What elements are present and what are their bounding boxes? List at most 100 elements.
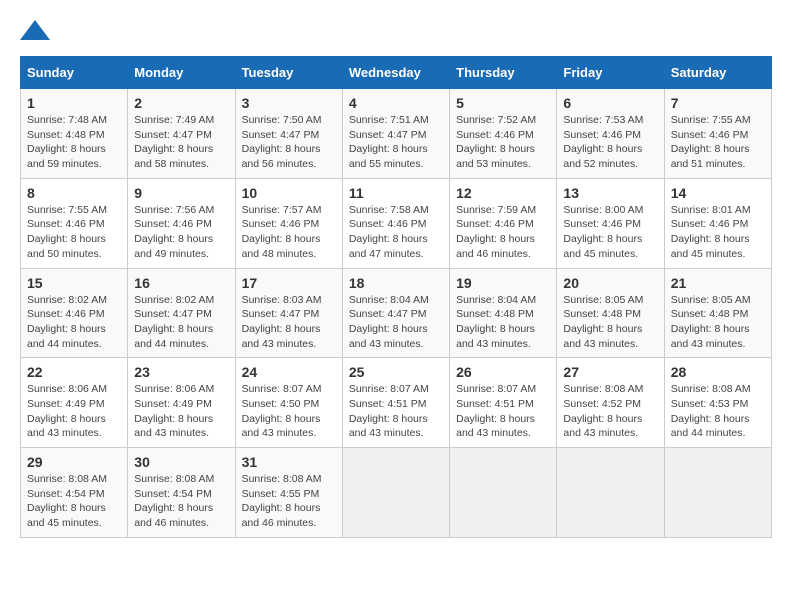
day-info: Sunrise: 7:50 AMSunset: 4:47 PMDaylight:… (242, 113, 336, 172)
calendar-cell: 20 Sunrise: 8:05 AMSunset: 4:48 PMDayligh… (557, 268, 664, 358)
day-info: Sunrise: 8:05 AMSunset: 4:48 PMDaylight:… (563, 293, 657, 352)
calendar-cell: 2 Sunrise: 7:49 AMSunset: 4:47 PMDaylight… (128, 89, 235, 179)
calendar-cell: 17 Sunrise: 8:03 AMSunset: 4:47 PMDayligh… (235, 268, 342, 358)
calendar-cell (557, 448, 664, 538)
calendar-cell: 31 Sunrise: 8:08 AMSunset: 4:55 PMDayligh… (235, 448, 342, 538)
day-info: Sunrise: 8:08 AMSunset: 4:54 PMDaylight:… (134, 472, 228, 531)
calendar-week-row: 29 Sunrise: 8:08 AMSunset: 4:54 PMDayligh… (21, 448, 772, 538)
day-number: 9 (134, 185, 228, 201)
day-number: 10 (242, 185, 336, 201)
calendar-cell: 28 Sunrise: 8:08 AMSunset: 4:53 PMDayligh… (664, 358, 771, 448)
calendar-cell: 16 Sunrise: 8:02 AMSunset: 4:47 PMDayligh… (128, 268, 235, 358)
day-number: 16 (134, 275, 228, 291)
day-number: 14 (671, 185, 765, 201)
calendar-week-row: 22 Sunrise: 8:06 AMSunset: 4:49 PMDayligh… (21, 358, 772, 448)
day-number: 18 (349, 275, 443, 291)
calendar-cell: 23 Sunrise: 8:06 AMSunset: 4:49 PMDayligh… (128, 358, 235, 448)
day-number: 17 (242, 275, 336, 291)
day-info: Sunrise: 8:02 AMSunset: 4:46 PMDaylight:… (27, 293, 121, 352)
calendar-cell: 1 Sunrise: 7:48 AMSunset: 4:48 PMDaylight… (21, 89, 128, 179)
day-number: 1 (27, 95, 121, 111)
day-number: 12 (456, 185, 550, 201)
day-info: Sunrise: 8:08 AMSunset: 4:55 PMDaylight:… (242, 472, 336, 531)
day-info: Sunrise: 7:56 AMSunset: 4:46 PMDaylight:… (134, 203, 228, 262)
calendar-cell: 13 Sunrise: 8:00 AMSunset: 4:46 PMDayligh… (557, 178, 664, 268)
calendar-cell: 24 Sunrise: 8:07 AMSunset: 4:50 PMDayligh… (235, 358, 342, 448)
day-info: Sunrise: 8:07 AMSunset: 4:51 PMDaylight:… (349, 382, 443, 441)
day-number: 15 (27, 275, 121, 291)
day-info: Sunrise: 8:07 AMSunset: 4:51 PMDaylight:… (456, 382, 550, 441)
calendar-cell: 12 Sunrise: 7:59 AMSunset: 4:46 PMDayligh… (450, 178, 557, 268)
calendar-week-row: 8 Sunrise: 7:55 AMSunset: 4:46 PMDaylight… (21, 178, 772, 268)
day-info: Sunrise: 8:06 AMSunset: 4:49 PMDaylight:… (134, 382, 228, 441)
weekday-header-friday: Friday (557, 57, 664, 89)
day-number: 11 (349, 185, 443, 201)
day-info: Sunrise: 7:59 AMSunset: 4:46 PMDaylight:… (456, 203, 550, 262)
day-info: Sunrise: 8:01 AMSunset: 4:46 PMDaylight:… (671, 203, 765, 262)
day-info: Sunrise: 8:00 AMSunset: 4:46 PMDaylight:… (563, 203, 657, 262)
day-info: Sunrise: 7:55 AMSunset: 4:46 PMDaylight:… (671, 113, 765, 172)
day-number: 5 (456, 95, 550, 111)
day-number: 7 (671, 95, 765, 111)
calendar-table: SundayMondayTuesdayWednesdayThursdayFrid… (20, 56, 772, 538)
calendar-cell: 9 Sunrise: 7:56 AMSunset: 4:46 PMDaylight… (128, 178, 235, 268)
day-number: 20 (563, 275, 657, 291)
calendar-cell: 21Sunrise: 8:05 AMSunset: 4:48 PMDayligh… (664, 268, 771, 358)
day-info: Sunrise: 8:07 AMSunset: 4:50 PMDaylight:… (242, 382, 336, 441)
day-number: 28 (671, 364, 765, 380)
day-number: 23 (134, 364, 228, 380)
day-number: 31 (242, 454, 336, 470)
day-info: Sunrise: 7:49 AMSunset: 4:47 PMDaylight:… (134, 113, 228, 172)
day-number: 13 (563, 185, 657, 201)
calendar-cell: 11 Sunrise: 7:58 AMSunset: 4:46 PMDayligh… (342, 178, 449, 268)
day-number: 4 (349, 95, 443, 111)
calendar-cell: 10Sunrise: 7:57 AMSunset: 4:46 PMDayligh… (235, 178, 342, 268)
day-info: Sunrise: 8:03 AMSunset: 4:47 PMDaylight:… (242, 293, 336, 352)
day-info: Sunrise: 7:55 AMSunset: 4:46 PMDaylight:… (27, 203, 121, 262)
day-number: 22 (27, 364, 121, 380)
calendar-cell: 3Sunrise: 7:50 AMSunset: 4:47 PMDaylight… (235, 89, 342, 179)
calendar-cell: 14 Sunrise: 8:01 AMSunset: 4:46 PMDayligh… (664, 178, 771, 268)
day-number: 25 (349, 364, 443, 380)
day-info: Sunrise: 8:04 AMSunset: 4:48 PMDaylight:… (456, 293, 550, 352)
day-number: 24 (242, 364, 336, 380)
calendar-cell: 25 Sunrise: 8:07 AMSunset: 4:51 PMDayligh… (342, 358, 449, 448)
calendar-cell: 5 Sunrise: 7:52 AMSunset: 4:46 PMDaylight… (450, 89, 557, 179)
page-header (20, 20, 772, 40)
calendar-cell: 19 Sunrise: 8:04 AMSunset: 4:48 PMDayligh… (450, 268, 557, 358)
day-info: Sunrise: 7:48 AMSunset: 4:48 PMDaylight:… (27, 113, 121, 172)
weekday-header-row: SundayMondayTuesdayWednesdayThursdayFrid… (21, 57, 772, 89)
day-number: 6 (563, 95, 657, 111)
calendar-cell: 26 Sunrise: 8:07 AMSunset: 4:51 PMDayligh… (450, 358, 557, 448)
day-number: 30 (134, 454, 228, 470)
calendar-cell: 30 Sunrise: 8:08 AMSunset: 4:54 PMDayligh… (128, 448, 235, 538)
day-number: 26 (456, 364, 550, 380)
calendar-cell: 18 Sunrise: 8:04 AMSunset: 4:47 PMDayligh… (342, 268, 449, 358)
weekday-header-tuesday: Tuesday (235, 57, 342, 89)
day-info: Sunrise: 8:08 AMSunset: 4:52 PMDaylight:… (563, 382, 657, 441)
day-number: 2 (134, 95, 228, 111)
day-info: Sunrise: 8:06 AMSunset: 4:49 PMDaylight:… (27, 382, 121, 441)
day-info: Sunrise: 7:53 AMSunset: 4:46 PMDaylight:… (563, 113, 657, 172)
calendar-cell: 22 Sunrise: 8:06 AMSunset: 4:49 PMDayligh… (21, 358, 128, 448)
day-info: Sunrise: 7:51 AMSunset: 4:47 PMDaylight:… (349, 113, 443, 172)
day-info: Sunrise: 8:02 AMSunset: 4:47 PMDaylight:… (134, 293, 228, 352)
weekday-header-sunday: Sunday (21, 57, 128, 89)
calendar-cell: 6 Sunrise: 7:53 AMSunset: 4:46 PMDaylight… (557, 89, 664, 179)
day-number: 8 (27, 185, 121, 201)
calendar-cell (664, 448, 771, 538)
calendar-week-row: 1 Sunrise: 7:48 AMSunset: 4:48 PMDaylight… (21, 89, 772, 179)
day-info: Sunrise: 8:08 AMSunset: 4:53 PMDaylight:… (671, 382, 765, 441)
day-number: 19 (456, 275, 550, 291)
calendar-cell (342, 448, 449, 538)
weekday-header-wednesday: Wednesday (342, 57, 449, 89)
day-number: 29 (27, 454, 121, 470)
weekday-header-monday: Monday (128, 57, 235, 89)
day-info: Sunrise: 8:04 AMSunset: 4:47 PMDaylight:… (349, 293, 443, 352)
logo-icon (20, 20, 50, 40)
calendar-cell: 4 Sunrise: 7:51 AMSunset: 4:47 PMDaylight… (342, 89, 449, 179)
day-info: Sunrise: 7:58 AMSunset: 4:46 PMDaylight:… (349, 203, 443, 262)
calendar-cell (450, 448, 557, 538)
day-info: Sunrise: 7:52 AMSunset: 4:46 PMDaylight:… (456, 113, 550, 172)
calendar-week-row: 15 Sunrise: 8:02 AMSunset: 4:46 PMDayligh… (21, 268, 772, 358)
